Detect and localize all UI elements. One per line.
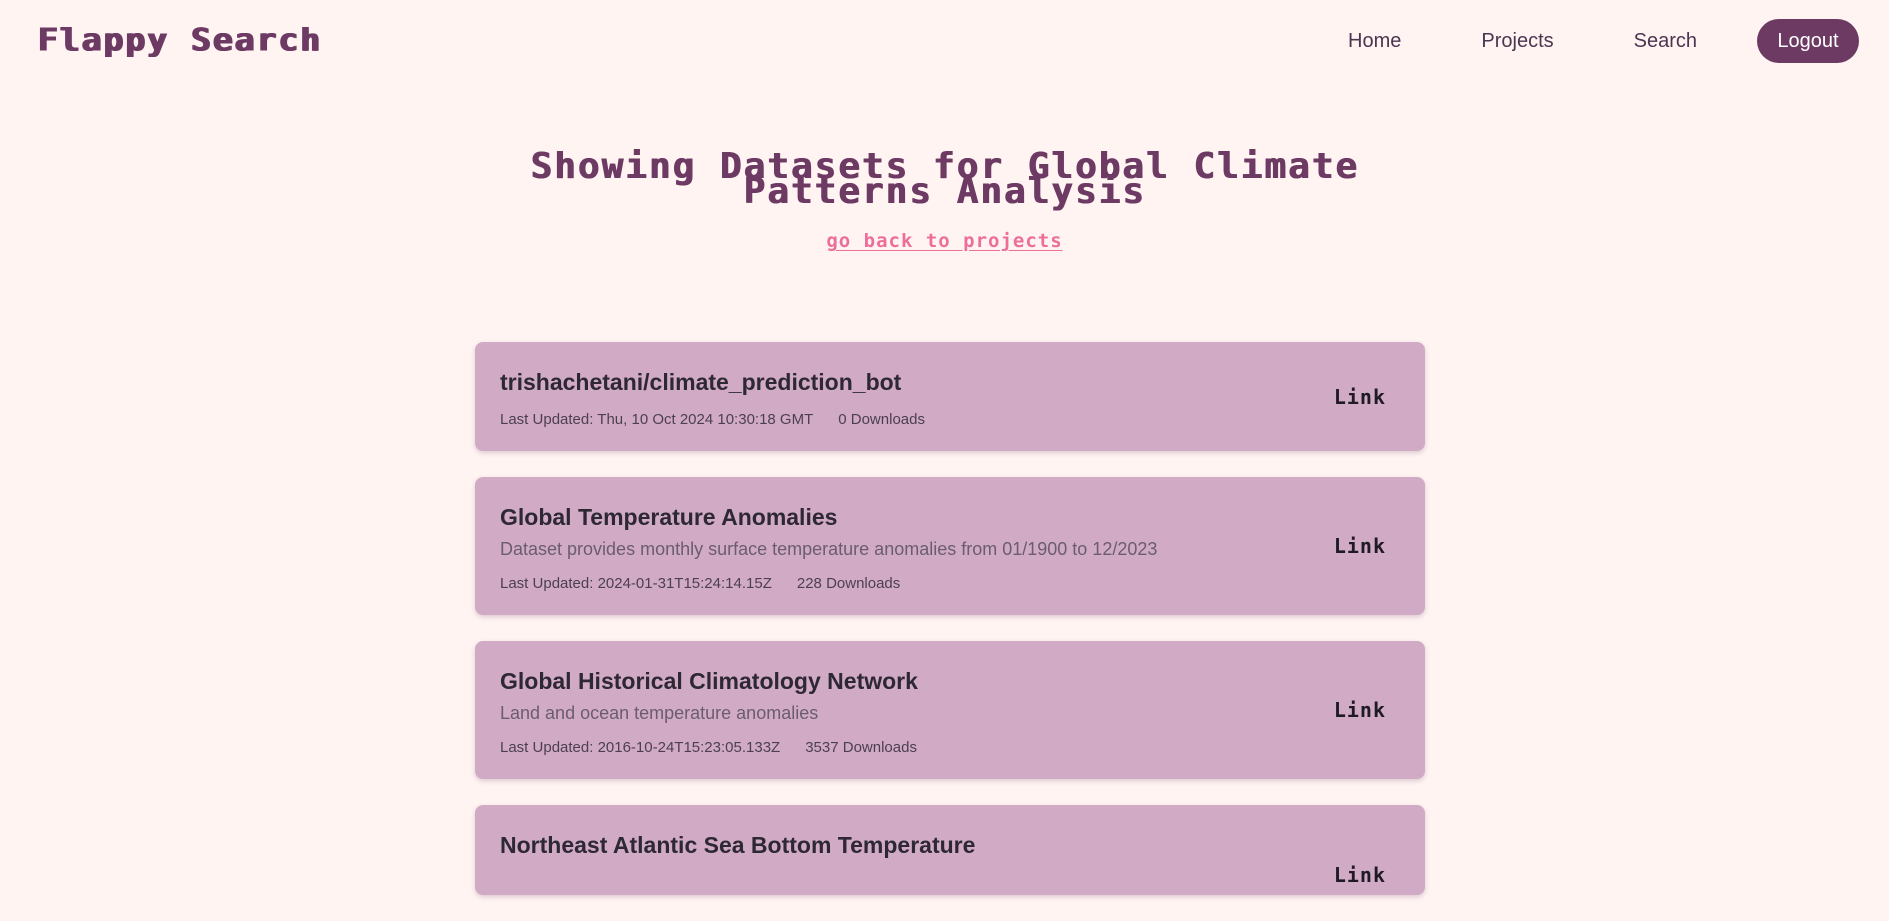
page-header: Showing Datasets for Global Climate Patt… [0,146,1889,253]
last-updated: Last Updated: 2016-10-24T15:23:05.133Z [500,739,781,756]
dataset-title: trishachetani/climate_prediction_bot [500,369,902,395]
dataset-link[interactable]: Link [1334,698,1386,722]
dataset-meta: Last Updated: 2016-10-24T15:23:05.133Z 3… [500,739,1400,757]
dataset-link[interactable]: Link [1334,863,1386,887]
last-updated: Last Updated: 2024-01-31T15:24:14.15Z [500,575,772,592]
logout-button[interactable]: Logout [1757,19,1859,63]
main-nav: Home Projects Search Logout [1348,19,1859,63]
page-title: Showing Datasets for Global Climate Patt… [530,146,1359,212]
dataset-card: Northeast Atlantic Sea Bottom Temperatur… [475,805,1425,895]
nav-search-link[interactable]: Search [1634,19,1697,63]
dataset-meta: Last Updated: Thu, 10 Oct 2024 10:30:18 … [500,411,1400,429]
dataset-title: Global Temperature Anomalies [500,504,838,530]
download-count: 3537 Downloads [805,739,917,756]
dataset-meta: Last Updated: 2024-01-31T15:24:14.15Z 22… [500,575,1400,593]
dataset-card: Global Temperature Anomalies Dataset pro… [475,477,1425,615]
dataset-list: trishachetani/climate_prediction_bot Las… [475,342,1425,921]
download-count: 0 Downloads [838,411,925,428]
download-count: 228 Downloads [796,575,901,592]
brand-logo[interactable]: Flappy Search [38,21,322,58]
top-navbar: Flappy Search Home Projects Search Logou… [0,0,1889,90]
last-updated: Last Updated: Thu, 10 Oct 2024 10:30:18 … [500,411,814,428]
dataset-title: Global Historical Climatology Network [500,668,918,694]
dataset-link[interactable]: Link [1334,385,1386,409]
nav-projects-link[interactable]: Projects [1481,19,1553,63]
dataset-card: Global Historical Climatology Network La… [475,641,1425,779]
back-to-projects-link[interactable]: go back to projects [826,230,1062,252]
dataset-card: trishachetani/climate_prediction_bot Las… [475,342,1425,451]
nav-home-link[interactable]: Home [1348,19,1401,63]
dataset-description: Land and ocean temperature anomalies [500,703,819,723]
dataset-link[interactable]: Link [1334,534,1386,558]
dataset-description: Dataset provides monthly surface tempera… [500,539,1158,559]
dataset-title: Northeast Atlantic Sea Bottom Temperatur… [500,832,976,858]
